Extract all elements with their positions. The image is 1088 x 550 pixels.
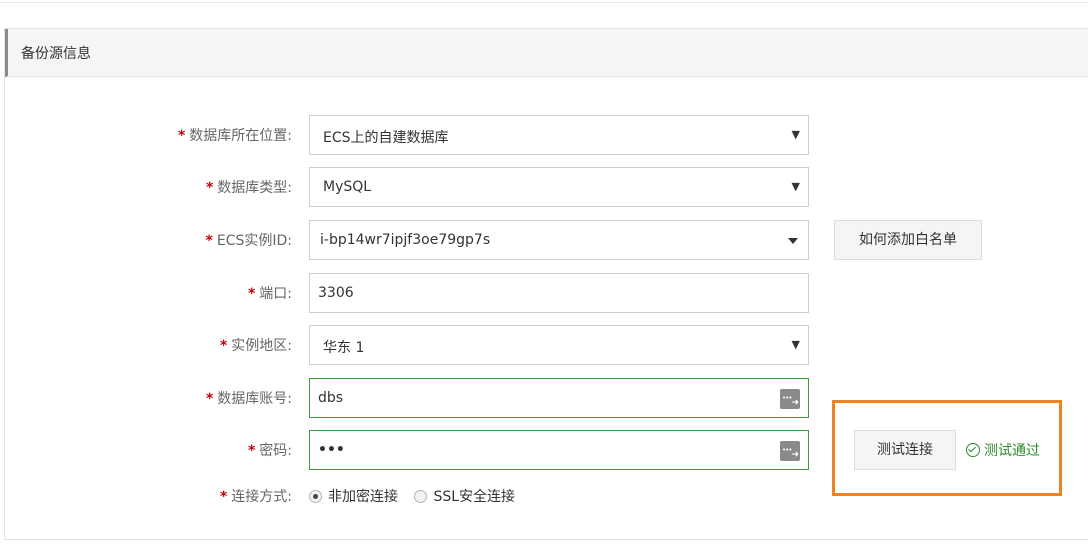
required-mark: * xyxy=(247,443,256,459)
radio-non-encrypted[interactable]: 非加密连接 xyxy=(309,486,398,506)
region-label: * 实例地区: xyxy=(220,335,292,355)
region-label-text: 实例地区: xyxy=(231,338,292,354)
port-input[interactable]: 3306 xyxy=(309,273,809,313)
required-mark: * xyxy=(177,128,186,144)
caret-down-icon: ▼ xyxy=(791,180,800,193)
required-mark: * xyxy=(247,286,256,302)
db-type-label-text: 数据库类型: xyxy=(217,180,292,196)
connection-radio-group: 非加密连接 SSL安全连接 xyxy=(309,486,527,506)
account-input[interactable]: dbs ••• ➜ xyxy=(309,378,809,418)
ecs-id-select-value: i-bp14wr7ipjf3oe79gp7s xyxy=(320,232,491,248)
required-mark: * xyxy=(205,180,214,196)
account-label-text: 数据库账号: xyxy=(217,391,292,407)
location-select-value: ECS上的自建数据库 xyxy=(323,130,449,146)
caret-down-icon: ▼ xyxy=(791,128,800,141)
password-label: * 密码: xyxy=(248,440,292,460)
required-mark: * xyxy=(219,489,228,505)
password-input-value: ••• xyxy=(318,442,345,458)
caret-down-icon: ▼ xyxy=(791,338,800,351)
account-input-value: dbs xyxy=(318,390,344,406)
key-icon[interactable]: ••• ➜ xyxy=(780,441,800,461)
ecs-id-label-text: ECS实例ID: xyxy=(216,233,292,249)
location-label-text: 数据库所在位置: xyxy=(189,128,292,144)
panel-title: 备份源信息 xyxy=(21,46,91,62)
radio-ssl-label: SSL安全连接 xyxy=(433,489,516,505)
panel-header: 备份源信息 xyxy=(5,29,1088,77)
location-select[interactable]: ECS上的自建数据库 ▼ xyxy=(309,115,809,155)
radio-ssl[interactable]: SSL安全连接 xyxy=(414,486,515,506)
port-label-text: 端口: xyxy=(259,286,292,302)
radio-non-encrypted-label: 非加密连接 xyxy=(328,489,398,505)
ecs-id-label: * ECS实例ID: xyxy=(206,230,292,250)
db-type-select[interactable]: MySQL ▼ xyxy=(309,167,809,207)
port-label: * 端口: xyxy=(248,283,292,303)
test-status: 测试通过 xyxy=(966,440,1040,460)
radio-button[interactable] xyxy=(414,490,428,503)
region-select-value: 华东 1 xyxy=(323,340,365,356)
account-label: * 数据库账号: xyxy=(206,388,292,408)
required-mark: * xyxy=(219,338,228,354)
key-icon[interactable]: ••• ➜ xyxy=(780,389,800,409)
required-mark: * xyxy=(205,233,213,249)
connection-label-text: 连接方式: xyxy=(231,489,292,505)
db-type-select-value: MySQL xyxy=(323,179,372,195)
region-select[interactable]: 华东 1 ▼ xyxy=(309,325,809,365)
password-input[interactable]: ••• ••• ➜ xyxy=(309,430,809,470)
check-circle-icon xyxy=(966,443,980,457)
caret-down-icon xyxy=(788,238,798,244)
test-status-text: 测试通过 xyxy=(984,443,1040,459)
password-label-text: 密码: xyxy=(259,443,292,459)
radio-button-checked[interactable] xyxy=(309,490,322,503)
port-input-value: 3306 xyxy=(318,285,354,301)
whitelist-help-button[interactable]: 如何添加白名单 xyxy=(834,220,982,260)
ecs-id-select[interactable]: i-bp14wr7ipjf3oe79gp7s xyxy=(309,220,809,260)
db-type-label: * 数据库类型: xyxy=(206,177,292,197)
top-divider xyxy=(0,2,1088,3)
required-mark: * xyxy=(205,391,214,407)
location-label: * 数据库所在位置: xyxy=(178,125,292,145)
connection-label: * 连接方式: xyxy=(220,486,292,506)
